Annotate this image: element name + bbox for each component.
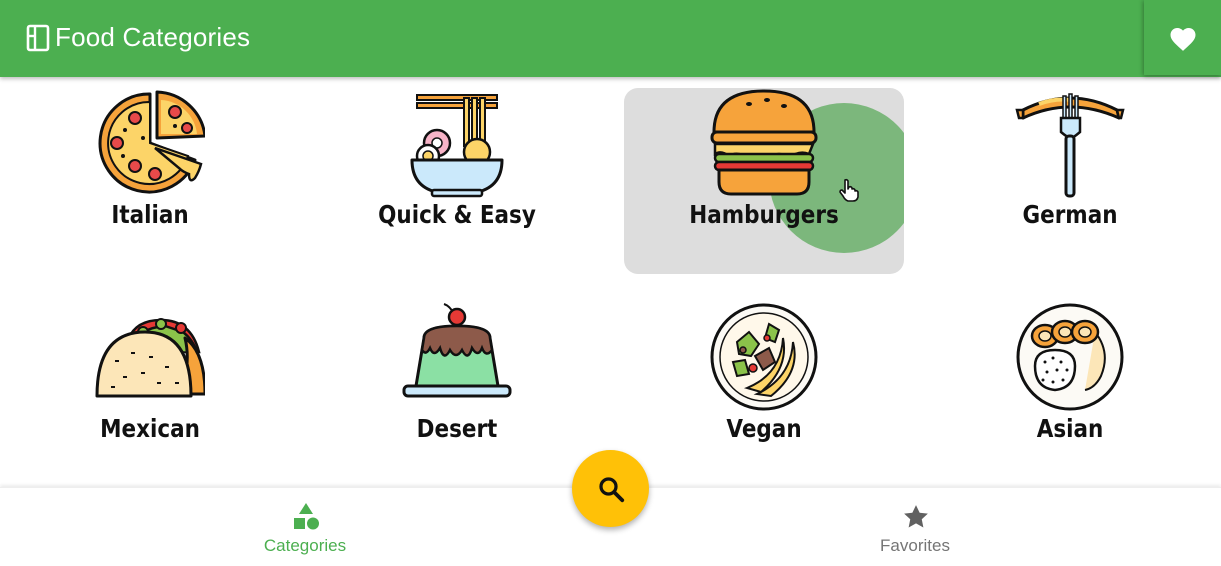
- category-card-desert[interactable]: Desert: [317, 302, 597, 488]
- search-fab[interactable]: [572, 450, 649, 527]
- nav-label-favorites: Favorites: [880, 536, 950, 555]
- category-card-italian[interactable]: Italian: [10, 88, 290, 274]
- pudding-icon: [402, 303, 512, 398]
- category-label: Desert: [416, 414, 498, 443]
- category-card-quick-easy[interactable]: Quick & Easy: [317, 88, 597, 274]
- pointer-cursor-icon: [839, 178, 859, 202]
- category-card-german[interactable]: German: [930, 88, 1210, 274]
- category-grid: Italian Quick & Easy Hamburgers German M…: [0, 77, 1221, 487]
- category-label: Mexican: [100, 414, 200, 443]
- app-bar-title-group: Food Categories: [26, 22, 250, 53]
- category-shapes-icon: [294, 503, 319, 530]
- search-icon: [598, 476, 624, 502]
- rice-plate-icon: [1016, 303, 1124, 411]
- taco-icon: [95, 318, 205, 398]
- app-root: Food Categories Italian Quick & Easy Ham…: [0, 0, 1221, 566]
- category-card-mexican[interactable]: Mexican: [10, 302, 290, 488]
- category-label: German: [1022, 200, 1118, 229]
- category-card-asian[interactable]: Asian: [930, 302, 1210, 488]
- heart-icon: [1170, 27, 1195, 51]
- nav-item-favorites[interactable]: Favorites: [815, 488, 1015, 566]
- nav-item-categories[interactable]: Categories: [205, 488, 405, 566]
- star-icon: [904, 505, 928, 528]
- nav-label-categories: Categories: [263, 536, 347, 555]
- page-title: Food Categories: [55, 22, 251, 52]
- app-bar: Food Categories: [0, 0, 1221, 77]
- category-label: Quick & Easy: [378, 200, 536, 229]
- category-label: Italian: [111, 200, 189, 229]
- category-label: Vegan: [726, 414, 802, 443]
- category-card-hamburgers[interactable]: Hamburgers: [624, 88, 904, 274]
- favorites-button[interactable]: [1144, 0, 1221, 75]
- category-card-vegan[interactable]: Vegan: [624, 302, 904, 488]
- menu-book-icon: [26, 24, 50, 51]
- category-label: Asian: [1036, 414, 1104, 443]
- salad-plate-icon: [710, 303, 818, 411]
- hamburger-icon: [710, 89, 818, 196]
- noodle-bowl-icon: [410, 94, 504, 198]
- pizza-icon: [98, 90, 205, 194]
- sausage-fork-icon: [1015, 93, 1125, 198]
- category-label: Hamburgers: [689, 200, 839, 229]
